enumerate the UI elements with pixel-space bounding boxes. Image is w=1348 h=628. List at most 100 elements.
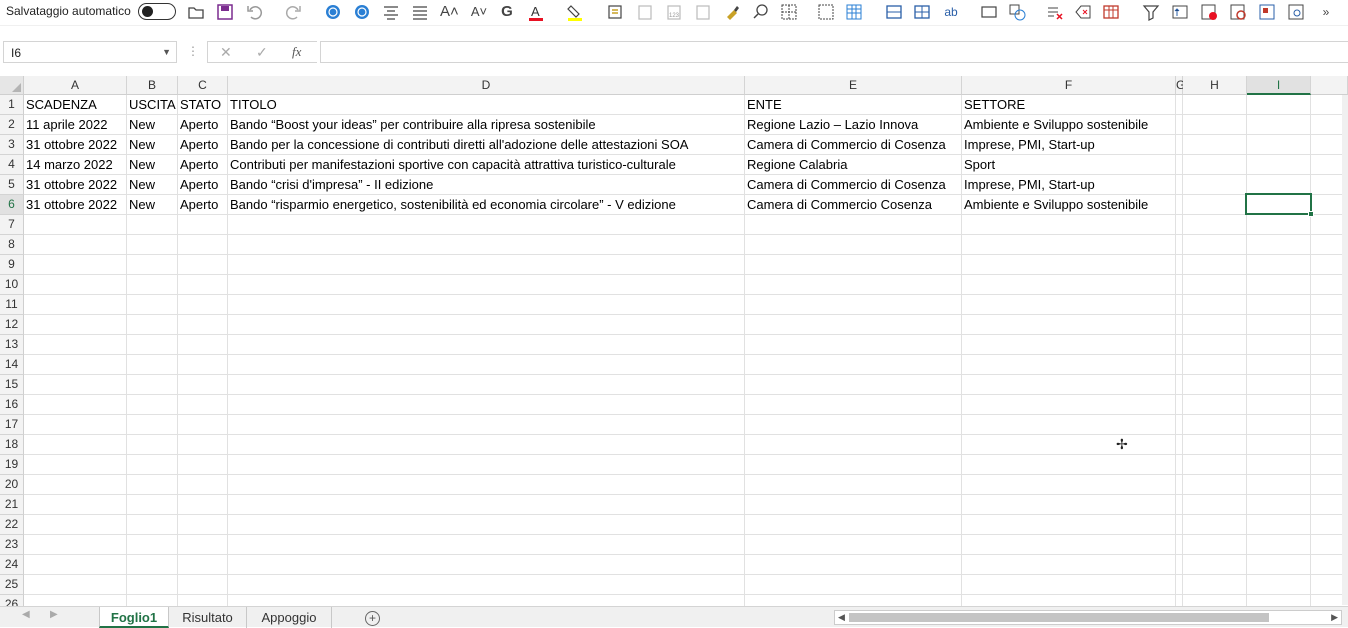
chart-icon[interactable] bbox=[1229, 3, 1247, 21]
column-header-i[interactable]: I bbox=[1247, 76, 1311, 95]
format-painter-icon[interactable] bbox=[606, 3, 624, 21]
cell-b4[interactable]: New bbox=[127, 155, 155, 175]
add-sheet-button[interactable]: + bbox=[365, 611, 380, 626]
sort-icon[interactable] bbox=[1171, 3, 1189, 21]
table-style-icon[interactable] bbox=[1102, 3, 1120, 21]
cell-d2[interactable]: Bando “Boost your ideas” per contribuire… bbox=[228, 115, 596, 135]
scroll-thumb[interactable] bbox=[849, 613, 1269, 622]
chevron-down-icon[interactable]: ▼ bbox=[162, 47, 171, 57]
cell-a1[interactable]: SCADENZA bbox=[24, 95, 97, 115]
row-header-19[interactable]: 19 bbox=[0, 455, 24, 475]
cell-f3[interactable]: Imprese, PMI, Start-up bbox=[962, 135, 1095, 155]
row-header-22[interactable]: 22 bbox=[0, 515, 24, 535]
row-header-26[interactable]: 26 bbox=[0, 595, 24, 606]
vertical-scrollbar[interactable] bbox=[1342, 95, 1348, 605]
circle-icon[interactable] bbox=[324, 3, 342, 21]
filter-icon[interactable] bbox=[1142, 3, 1160, 21]
tab-risultato[interactable]: Risultato bbox=[169, 607, 247, 628]
erase-icon[interactable] bbox=[1074, 3, 1092, 21]
row-header-24[interactable]: 24 bbox=[0, 555, 24, 575]
row-header-6[interactable]: 6 bbox=[0, 195, 24, 215]
undo-icon[interactable] bbox=[246, 3, 264, 21]
cell-a4[interactable]: 14 marzo 2022 bbox=[24, 155, 113, 175]
cell-d5[interactable]: Bando “crisi d'impresa” - II edizione bbox=[228, 175, 433, 195]
cell-e5[interactable]: Camera di Commercio di Cosenza bbox=[745, 175, 946, 195]
row-header-3[interactable]: 3 bbox=[0, 135, 24, 155]
scroll-left-icon[interactable]: ◀ bbox=[838, 611, 845, 624]
cell-a3[interactable]: 31 ottobre 2022 bbox=[24, 135, 117, 155]
column-header-c[interactable]: C bbox=[178, 76, 228, 95]
next-sheet-icon[interactable]: ▶ bbox=[50, 609, 58, 620]
name-box[interactable]: I6 ▼ bbox=[3, 41, 177, 63]
column-header-h[interactable]: H bbox=[1183, 76, 1247, 95]
save-icon[interactable] bbox=[216, 3, 234, 21]
fill-handle[interactable] bbox=[1308, 211, 1314, 217]
rectangle-icon[interactable] bbox=[980, 3, 998, 21]
row-header-23[interactable]: 23 bbox=[0, 535, 24, 555]
cell-c3[interactable]: Aperto bbox=[178, 135, 218, 155]
cell-b3[interactable]: New bbox=[127, 135, 155, 155]
cell-d6[interactable]: Bando “risparmio energetico, sostenibili… bbox=[228, 195, 676, 215]
row-header-12[interactable]: 12 bbox=[0, 315, 24, 335]
confirm-icon[interactable]: ✓ bbox=[256, 44, 268, 61]
tab-appoggio[interactable]: Appoggio bbox=[247, 607, 332, 628]
bold-icon[interactable]: G bbox=[498, 3, 516, 21]
cell-f5[interactable]: Imprese, PMI, Start-up bbox=[962, 175, 1095, 195]
cell-c2[interactable]: Aperto bbox=[178, 115, 218, 135]
highlight-icon[interactable] bbox=[566, 3, 584, 21]
select-all-button[interactable] bbox=[0, 76, 24, 95]
clear-rules-icon[interactable] bbox=[1046, 3, 1064, 21]
cell-e2[interactable]: Regione Lazio – Lazio Innova bbox=[745, 115, 918, 135]
validate-icon[interactable] bbox=[1200, 3, 1218, 21]
table-icon[interactable] bbox=[845, 3, 863, 21]
row-header-18[interactable]: 18 bbox=[0, 435, 24, 455]
pivot-icon[interactable] bbox=[1258, 3, 1276, 21]
tab-foglio1[interactable]: Foglio1 bbox=[99, 607, 169, 628]
column-header-d[interactable]: D bbox=[228, 76, 745, 95]
row-header-25[interactable]: 25 bbox=[0, 575, 24, 595]
row-header-21[interactable]: 21 bbox=[0, 495, 24, 515]
circle-icon[interactable] bbox=[353, 3, 371, 21]
cell-e6[interactable]: Camera di Commercio Cosenza bbox=[745, 195, 932, 215]
cell-a6[interactable]: 31 ottobre 2022 bbox=[24, 195, 117, 215]
cell-b1[interactable]: USCITA bbox=[127, 95, 176, 115]
cell-b5[interactable]: New bbox=[127, 175, 155, 195]
preview-icon[interactable] bbox=[1287, 3, 1305, 21]
row-header-4[interactable]: 4 bbox=[0, 155, 24, 175]
replace-icon[interactable]: ab bbox=[942, 3, 960, 21]
cell-a2[interactable]: 11 aprile 2022 bbox=[24, 115, 107, 135]
more-icon[interactable]: » bbox=[1317, 3, 1335, 21]
cell-c5[interactable]: Aperto bbox=[178, 175, 218, 195]
row-header-17[interactable]: 17 bbox=[0, 415, 24, 435]
paste-values-icon[interactable] bbox=[636, 3, 654, 21]
row-header-15[interactable]: 15 bbox=[0, 375, 24, 395]
scroll-right-icon[interactable]: ▶ bbox=[1331, 611, 1338, 624]
prev-sheet-icon[interactable]: ◀ bbox=[22, 609, 30, 620]
cell-f1[interactable]: SETTORE bbox=[962, 95, 1025, 115]
cell-d3[interactable]: Bando per la concessione di contributi d… bbox=[228, 135, 688, 155]
cell-a5[interactable]: 31 ottobre 2022 bbox=[24, 175, 117, 195]
autosave-toggle[interactable] bbox=[138, 3, 176, 20]
font-increase-icon[interactable]: A˄ bbox=[440, 3, 459, 21]
cell-d4[interactable]: Contributi per manifestazioni sportive c… bbox=[228, 155, 676, 175]
redo-icon[interactable] bbox=[284, 3, 302, 21]
cell-c4[interactable]: Aperto bbox=[178, 155, 218, 175]
horizontal-scrollbar[interactable]: ◀ ▶ bbox=[834, 610, 1342, 625]
shapes-icon[interactable] bbox=[1008, 3, 1026, 21]
spreadsheet-grid[interactable]: ABCDEFGHI 1 2 3 4 5 6 7 8 9 10 11 12 13 14 15 16 17 18 19 2… bbox=[0, 76, 1348, 606]
borders-icon[interactable] bbox=[780, 3, 798, 21]
insert-row-icon[interactable] bbox=[885, 3, 903, 21]
open-icon[interactable] bbox=[187, 3, 205, 21]
row-header-11[interactable]: 11 bbox=[0, 295, 24, 315]
insert-column-icon[interactable] bbox=[913, 3, 931, 21]
cancel-icon[interactable]: ✕ bbox=[220, 44, 232, 61]
row-header-8[interactable]: 8 bbox=[0, 235, 24, 255]
cell-e1[interactable]: ENTE bbox=[745, 95, 782, 115]
splitter-handle[interactable]: ⋮ bbox=[187, 44, 199, 58]
row-header-13[interactable]: 13 bbox=[0, 335, 24, 355]
column-header-b[interactable]: B bbox=[127, 76, 178, 95]
cell-b2[interactable]: New bbox=[127, 115, 155, 135]
paste-icon[interactable] bbox=[694, 3, 712, 21]
column-header-e[interactable]: E bbox=[745, 76, 962, 95]
column-header-a[interactable]: A bbox=[24, 76, 127, 95]
